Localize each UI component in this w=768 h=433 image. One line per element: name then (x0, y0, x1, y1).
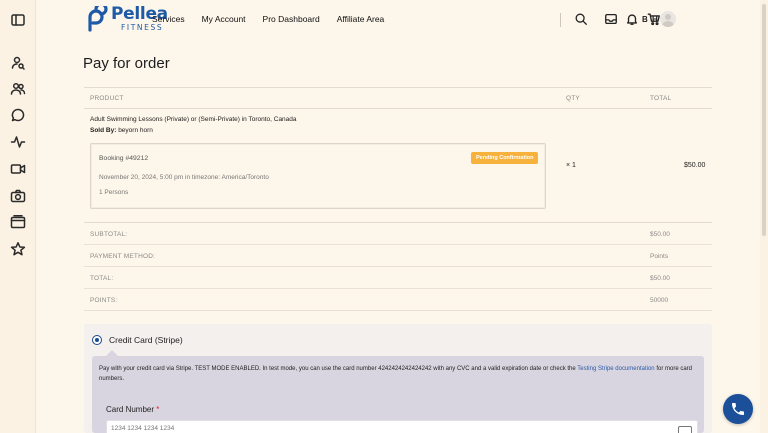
page-scrollbar[interactable] (760, 0, 768, 433)
sidebar-toggle-icon[interactable] (10, 12, 26, 28)
summary-label: PAYMENT METHOD: (90, 253, 156, 260)
users-icon[interactable] (10, 81, 26, 97)
status-badge: Pending Confirmation (471, 152, 539, 164)
avatar[interactable] (660, 11, 676, 27)
nav-item-affiliate-area[interactable]: Affiliate Area (337, 14, 385, 24)
credit-card-icon (678, 426, 692, 433)
summary-row-points: POINTS: 50000 (84, 289, 712, 311)
bell-icon[interactable] (625, 12, 639, 31)
left-icon-rail (0, 0, 36, 433)
nav-item-pro-dashboard[interactable]: Pro Dashboard (263, 14, 320, 24)
column-header-total: TOTAL (650, 95, 672, 102)
search-icon[interactable] (574, 12, 588, 31)
brand-logo-mark-icon (88, 6, 108, 32)
product-name: Adult Swimming Lessons (Private) or (Sem… (90, 116, 297, 123)
required-mark: * (156, 405, 160, 414)
sold-by-value: beyorn horn (118, 127, 153, 134)
card-number-input[interactable] (106, 420, 698, 433)
user-initials[interactable]: B H (642, 15, 659, 24)
star-icon[interactable] (10, 241, 26, 257)
item-quantity: × 1 (566, 162, 576, 169)
booking-title: Booking #49212 (99, 155, 149, 162)
payment-description-panel: Pay with your credit card via Stripe. TE… (92, 350, 704, 433)
chat-icon[interactable] (10, 107, 26, 123)
header-divider (560, 13, 561, 27)
table-divider (84, 87, 712, 88)
nav-item-services[interactable]: Services (152, 14, 185, 24)
summary-label: TOTAL: (90, 275, 114, 282)
booking-persons: 1 Persons (99, 189, 129, 196)
call-button[interactable] (723, 394, 753, 424)
credit-card-radio[interactable] (92, 335, 102, 345)
main-nav: Services My Account Pro Dashboard Affili… (152, 14, 401, 24)
booking-date: November 20, 2024, 5:00 pm in timezone: … (99, 174, 269, 181)
camera-icon[interactable] (10, 188, 26, 204)
summary-label: SUBTOTAL: (90, 231, 128, 238)
item-total: $50.00 (684, 162, 706, 169)
page-title: Pay for order (83, 55, 170, 72)
payment-method-box: Credit Card (Stripe) Pay with your credi… (84, 324, 712, 433)
table-divider (84, 108, 712, 109)
column-header-product: PRODUCT (90, 95, 124, 102)
summary-value: Points (650, 253, 669, 260)
video-icon[interactable] (10, 161, 26, 177)
summary-row-subtotal: SUBTOTAL: $50.00 (84, 223, 712, 245)
payment-description: Pay with your credit card via Stripe. TE… (99, 364, 699, 384)
folder-icon[interactable] (10, 214, 26, 230)
brand-subtitle: FITNESS (121, 23, 164, 32)
summary-value: $50.00 (650, 231, 670, 238)
booking-card: Booking #49212 Pending Confirmation Nove… (90, 143, 546, 209)
column-header-qty: QTY (566, 95, 580, 102)
scrollbar-thumb[interactable] (762, 4, 766, 236)
inbox-icon[interactable] (604, 12, 618, 31)
nav-item-my-account[interactable]: My Account (202, 14, 246, 24)
summary-row-total: TOTAL: $50.00 (84, 267, 712, 289)
payment-method-label[interactable]: Credit Card (Stripe) (109, 335, 183, 345)
summary-value: 50000 (650, 297, 669, 304)
card-number-label: Card Number * (106, 405, 159, 414)
summary-label: POINTS: (90, 297, 118, 304)
activity-icon[interactable] (10, 134, 26, 150)
summary-row-payment-method: PAYMENT METHOD: Points (84, 245, 712, 267)
card-number-label-text: Card Number (106, 405, 155, 414)
user-search-icon[interactable] (10, 55, 26, 71)
summary-value: $50.00 (650, 275, 670, 282)
testing-stripe-docs-link[interactable]: Testing Stripe documentation (577, 366, 654, 372)
payment-description-text: Pay with your credit card via Stripe. TE… (99, 366, 578, 372)
sold-by: Sold By: beyorn horn (90, 127, 153, 134)
phone-icon (732, 403, 744, 415)
sold-by-label: Sold By: (90, 127, 117, 134)
